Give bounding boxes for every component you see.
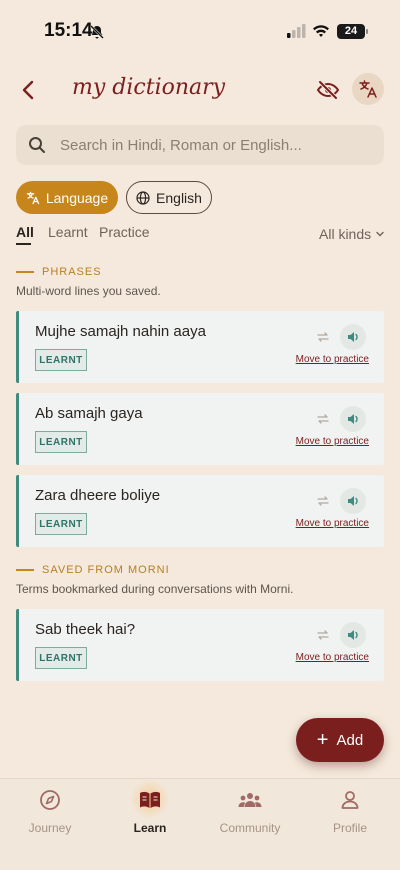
speaker-icon xyxy=(348,414,358,424)
tab-practice[interactable]: Practice xyxy=(99,224,150,240)
section-rule xyxy=(16,569,34,571)
speaker-icon xyxy=(348,496,358,506)
people-icon xyxy=(238,793,262,807)
battery-indicator: 24 xyxy=(337,24,365,39)
signal-icon xyxy=(287,24,306,38)
person-icon xyxy=(341,791,359,809)
nav-item-learn[interactable]: Learn xyxy=(110,789,190,835)
plus-icon: + xyxy=(316,729,329,751)
tab-all[interactable]: All xyxy=(16,224,34,240)
language-chip-label: Language xyxy=(45,189,109,206)
swap-icon[interactable] xyxy=(316,414,330,424)
play-audio-button[interactable] xyxy=(340,406,366,432)
phrase-text: Sab theek hai? xyxy=(35,621,136,638)
kinds-dropdown[interactable]: All kinds xyxy=(319,226,385,242)
nav-label: Community xyxy=(219,821,281,835)
section-header-saved-from-morni: SAVED FROM MORNI xyxy=(16,564,170,576)
nav-label: Journey xyxy=(28,821,72,835)
translate-icon xyxy=(26,191,40,204)
chevron-down-icon xyxy=(376,231,384,237)
nav-item-community[interactable]: Community xyxy=(210,789,290,835)
nav-label: Learn xyxy=(133,821,167,835)
move-to-practice-link[interactable]: Move to practice xyxy=(296,518,369,529)
dictionary-card[interactable]: Mujhe samajh nahin aaya LEARNT Move to p… xyxy=(16,311,384,383)
globe-icon xyxy=(136,190,150,205)
battery-cap xyxy=(366,29,368,34)
move-to-practice-link[interactable]: Move to practice xyxy=(296,354,369,365)
search-icon xyxy=(29,137,45,153)
kinds-dropdown-label: All kinds xyxy=(319,226,372,242)
swap-icon[interactable] xyxy=(316,496,330,506)
section-title: SAVED FROM MORNI xyxy=(42,564,170,576)
status-badge: LEARNT xyxy=(35,349,87,371)
book-icon xyxy=(140,791,160,808)
page-title: my dictionary xyxy=(72,75,226,100)
active-tab-indicator xyxy=(16,243,31,245)
dictionary-card[interactable]: Ab samajh gaya LEARNT Move to practice xyxy=(16,393,384,465)
translate-button[interactable] xyxy=(352,73,384,105)
chevron-left-icon xyxy=(22,80,34,100)
section-rule xyxy=(16,271,34,273)
phrase-text: Ab samajh gaya xyxy=(35,405,143,422)
status-time: 15:14 xyxy=(44,20,93,41)
status-badge: LEARNT xyxy=(35,647,87,669)
play-audio-button[interactable] xyxy=(340,324,366,350)
language-filter-chip[interactable]: Language xyxy=(16,181,118,214)
dictionary-card[interactable]: Zara dheere boliye LEARNT Move to practi… xyxy=(16,475,384,547)
section-header-phrases: PHRASES xyxy=(16,266,102,278)
hide-translation-button[interactable] xyxy=(316,78,340,102)
back-button[interactable] xyxy=(16,76,42,104)
move-to-practice-link[interactable]: Move to practice xyxy=(296,652,369,663)
section-title: PHRASES xyxy=(42,266,102,278)
bottom-nav: Journey Learn Community Profile xyxy=(0,778,400,870)
bell-muted-icon xyxy=(90,25,104,39)
phrase-text: Zara dheere boliye xyxy=(35,487,161,504)
status-badge: LEARNT xyxy=(35,513,87,535)
play-audio-button[interactable] xyxy=(340,488,366,514)
english-filter-chip[interactable]: English xyxy=(126,181,212,214)
add-button[interactable]: + Add xyxy=(296,718,384,762)
eye-off-icon xyxy=(316,80,340,100)
speaker-icon xyxy=(348,332,358,342)
section-description: Multi-word lines you saved. xyxy=(16,284,161,298)
nav-label: Profile xyxy=(332,821,367,835)
swap-icon[interactable] xyxy=(316,332,330,342)
play-audio-button[interactable] xyxy=(340,622,366,648)
english-chip-label: English xyxy=(156,189,202,206)
search-box[interactable] xyxy=(16,125,384,165)
compass-icon xyxy=(40,790,60,810)
dictionary-card[interactable]: Sab theek hai? LEARNT Move to practice xyxy=(16,609,384,681)
search-input[interactable] xyxy=(60,133,372,157)
speaker-icon xyxy=(348,630,358,640)
status-badge: LEARNT xyxy=(35,431,87,453)
swap-icon[interactable] xyxy=(316,630,330,640)
tab-learnt[interactable]: Learnt xyxy=(48,224,88,240)
phrase-text: Mujhe samajh nahin aaya xyxy=(35,323,206,340)
nav-item-profile[interactable]: Profile xyxy=(310,789,390,835)
status-bar: 15:14 24 xyxy=(0,0,400,64)
move-to-practice-link[interactable]: Move to practice xyxy=(296,436,369,447)
section-description: Terms bookmarked during conversations wi… xyxy=(16,582,294,596)
wifi-icon xyxy=(313,25,329,37)
add-button-label: Add xyxy=(336,731,364,749)
nav-item-journey[interactable]: Journey xyxy=(10,789,90,835)
translate-icon xyxy=(359,80,377,98)
